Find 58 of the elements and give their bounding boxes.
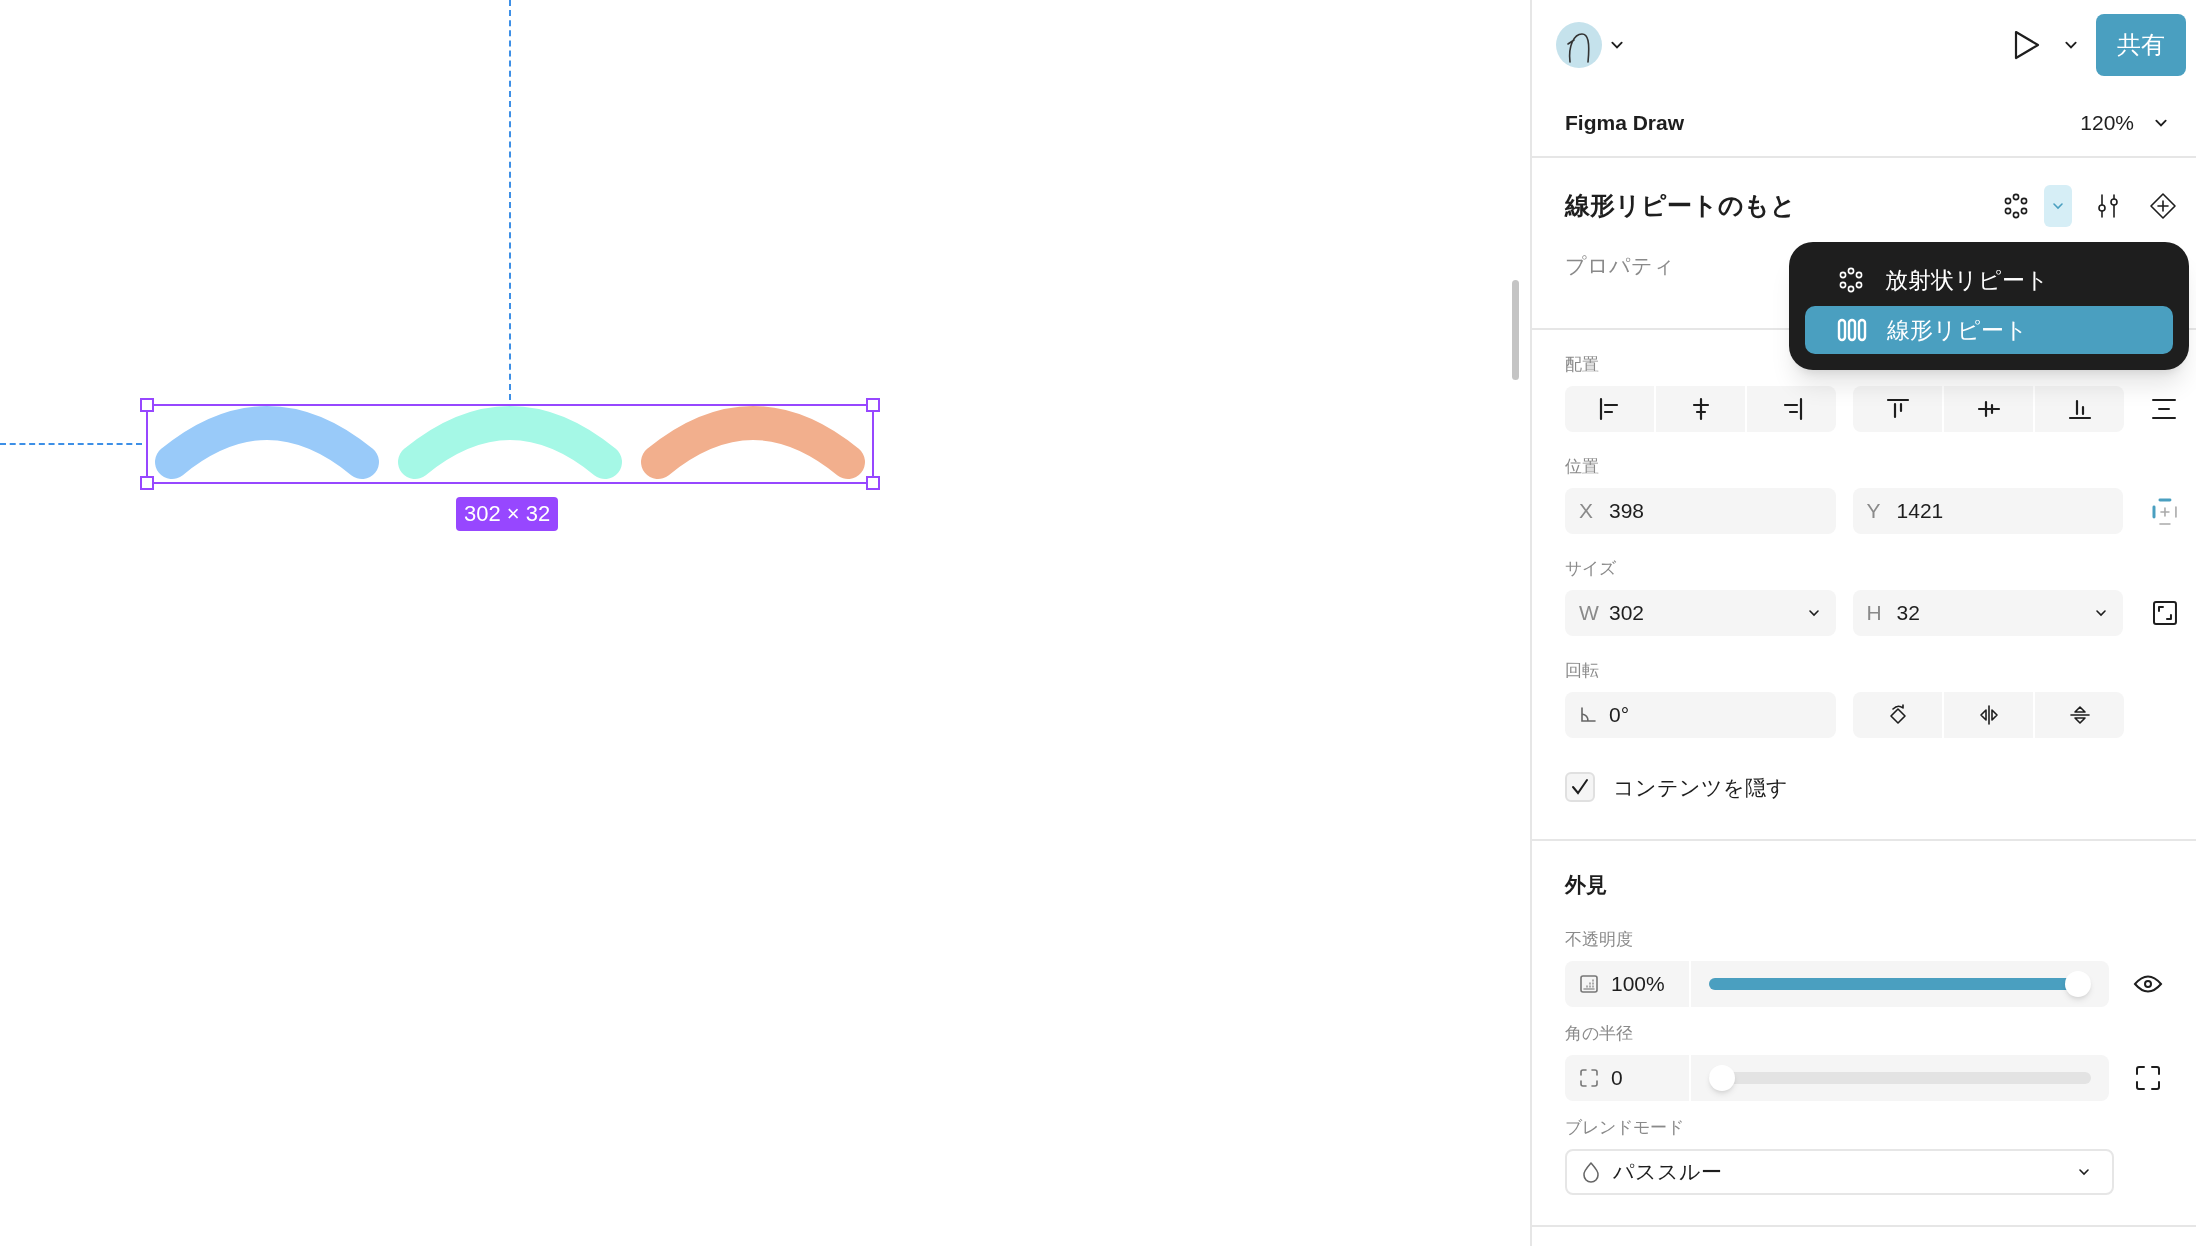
slider-thumb[interactable] <box>1709 1064 1735 1091</box>
resize-handle[interactable] <box>140 398 154 412</box>
flip-vertical-button[interactable] <box>2035 691 2124 738</box>
resize-handle[interactable] <box>140 476 154 490</box>
layer-title: 線形リピートのもと <box>1565 190 1796 222</box>
scrollbar[interactable] <box>1512 280 1519 380</box>
align-left-button[interactable] <box>1565 385 1654 432</box>
checkbox[interactable] <box>1565 772 1595 803</box>
input-field[interactable]: X 398 <box>1565 487 1836 534</box>
section-label: サイズ <box>1565 557 1617 580</box>
flip-horizontal-button[interactable] <box>1944 691 2033 738</box>
corner-radius-icon <box>1579 1067 1599 1088</box>
resize-handle[interactable] <box>866 476 880 490</box>
input-field[interactable]: 0° <box>1565 691 1836 738</box>
linear-repeat-icon <box>1837 318 1867 342</box>
align-bottom-button[interactable] <box>2035 385 2124 432</box>
section-label: 不透明度 <box>1565 928 1634 951</box>
section-label: ブレンドモード <box>1565 1116 1685 1139</box>
align-center-button[interactable] <box>1656 385 1745 432</box>
input-field[interactable]: W 302 <box>1565 589 1836 636</box>
expand-corners-icon[interactable] <box>2135 1064 2161 1091</box>
chevron-down-icon <box>2052 200 2064 212</box>
section-label: プロパティ <box>1565 253 1675 279</box>
section-label: 位置 <box>1565 455 1600 478</box>
size-label: 302 × 32 <box>456 497 559 531</box>
input-field[interactable]: H 32 <box>1852 589 2124 636</box>
blend-mode-select[interactable]: パススルー <box>1565 1148 2114 1195</box>
input-field[interactable]: Y 1421 <box>1852 487 2124 534</box>
field-prefix: H <box>1866 599 1883 626</box>
slider-thumb[interactable] <box>2065 970 2091 997</box>
zoom-level[interactable]: 120% <box>2080 107 2134 139</box>
align-middle-button[interactable] <box>1944 385 2033 432</box>
drop-icon <box>1581 1160 1601 1183</box>
field-prefix: W <box>1579 599 1597 626</box>
field-prefix: X <box>1579 497 1594 524</box>
align-right-button[interactable] <box>1747 385 1836 432</box>
file-name: Figma Draw <box>1565 110 1685 137</box>
section-title: 外見 <box>1565 872 1608 898</box>
component-icon[interactable] <box>2148 191 2178 221</box>
align-top-button[interactable] <box>1853 385 1942 432</box>
constraints-icon[interactable] <box>2150 496 2178 525</box>
resize-handle[interactable] <box>866 398 880 412</box>
align-top-icon <box>1885 396 1910 421</box>
menu-item[interactable]: 放射状リピート <box>1805 256 2173 304</box>
section-label: 回転 <box>1565 659 1600 682</box>
section-label: 配置 <box>1565 353 1600 376</box>
checkbox-label: コンテンツを隠す <box>1613 774 1788 801</box>
slider[interactable] <box>1709 1064 2091 1091</box>
radial-repeat-icon <box>1837 266 1865 294</box>
slider[interactable] <box>1709 970 2091 997</box>
angle-icon <box>1579 705 1597 724</box>
radial-repeat-icon[interactable] <box>2002 192 2030 220</box>
section-label: 角の半径 <box>1565 1022 1634 1045</box>
resize-icon[interactable] <box>2152 599 2178 626</box>
avatar-icon <box>1556 22 1602 68</box>
rotate-button[interactable] <box>1853 691 1942 738</box>
field-prefix: Y <box>1866 497 1882 524</box>
opacity-icon <box>1579 973 1599 994</box>
